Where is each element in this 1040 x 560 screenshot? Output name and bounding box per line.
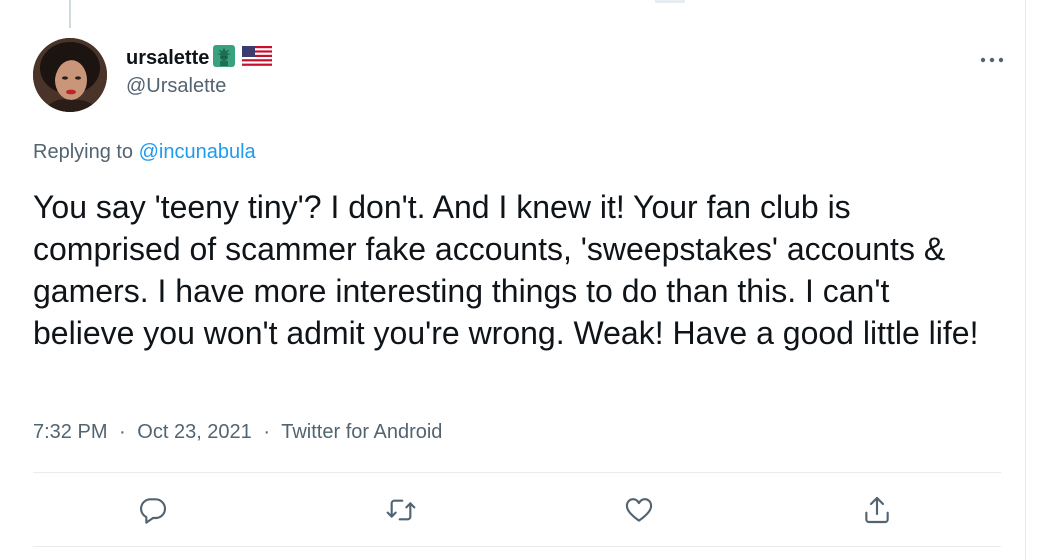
replying-to: Replying to @incunabula [33,141,256,164]
user-handle[interactable]: @Ursalette [126,75,272,98]
tweet-source[interactable]: Twitter for Android [281,421,442,443]
divider [33,472,1001,473]
column-border [1025,0,1026,560]
retweet-icon[interactable] [381,490,421,530]
replying-to-label: Replying to [33,141,134,163]
meta-separator: · [263,421,271,443]
reply-icon[interactable] [133,490,173,530]
thread-connector-line [69,0,71,28]
tweet-text: You say 'teeny tiny'? I don't. And I kne… [33,189,979,351]
tweet-header: ursalette @Ursalette [33,38,1010,118]
share-icon[interactable] [857,490,897,530]
reply-mention-link[interactable]: @incunabula [139,141,256,163]
avatar[interactable] [33,38,107,112]
tweet-meta: 7:32 PM · Oct 23, 2021 · Twitter for And… [33,421,442,444]
more-options-icon[interactable] [974,48,1010,72]
us-flag-emoji-icon [242,45,273,71]
display-name[interactable]: ursalette [126,47,209,70]
tweet-date[interactable]: Oct 23, 2021 [137,421,252,443]
statue-of-liberty-emoji-icon [212,44,236,73]
like-icon[interactable] [619,490,659,530]
tweet-time[interactable]: 7:32 PM [33,421,107,443]
action-bar [33,490,1001,530]
divider [33,546,1001,547]
meta-separator: · [119,421,126,443]
top-divider-fragment [655,0,685,3]
